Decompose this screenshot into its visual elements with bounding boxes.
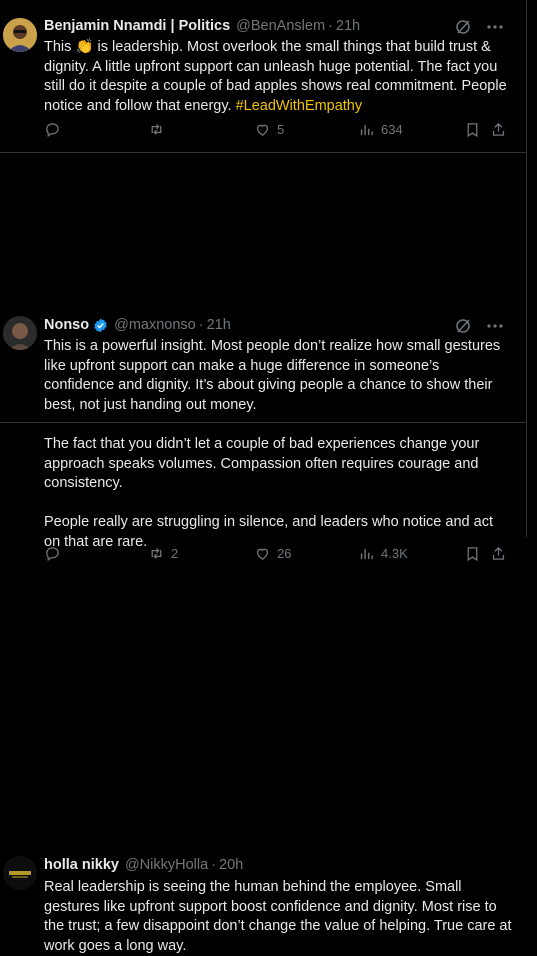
separator: · [328,18,333,34]
views-count: 634 [381,122,403,137]
more-icon[interactable] [486,18,504,36]
like-icon [256,548,269,560]
views-count: 4.3K [381,546,408,561]
display-name[interactable]: holla nikky [44,857,119,873]
bookmark-icon [467,123,478,138]
share-button[interactable] [490,121,507,138]
tweet[interactable]: Benjamin Nnamdi | Politics @BenAnslem · … [0,0,526,153]
views-icon [360,549,373,560]
like-count: 26 [277,546,292,561]
like-button[interactable]: 5 [254,121,284,138]
views-button[interactable]: 4.3K [358,545,408,562]
tweet-header: Benjamin Nnamdi | Politics @BenAnslem · … [44,16,516,36]
avatar[interactable] [3,316,37,350]
user-handle[interactable]: @NikkyHolla [125,857,208,873]
grok-icon[interactable] [454,317,472,335]
tweet[interactable]: holla nikky @NikkyHolla · 20h Real leade… [0,423,526,954]
views-button[interactable]: 634 [358,121,403,138]
tweet-header-actions [454,18,504,36]
tweet-text: This 👏 is leadership. Most overlook the … [44,38,512,116]
like-button[interactable]: 26 [254,545,291,562]
tweet-header: holla nikky @NikkyHolla · 20h [44,855,516,875]
reply-icon [46,547,59,562]
separator: · [198,317,204,333]
verified-badge-icon [93,318,108,333]
clap-emoji: 👏 [75,39,94,55]
separator: · [211,857,217,873]
display-name[interactable]: Nonso [44,317,89,333]
reply-button[interactable] [44,121,67,138]
grok-icon[interactable] [454,18,472,36]
repost-button[interactable] [148,121,171,138]
display-name[interactable]: Benjamin Nnamdi | Politics [44,18,230,34]
scrollbar[interactable] [526,0,537,537]
reply-icon [46,123,59,138]
tweet-actions: 2 26 4.3K [44,545,507,565]
like-icon [256,124,269,136]
share-button[interactable] [490,545,507,562]
avatar[interactable] [3,856,37,890]
tweet-text-start: This [44,39,72,55]
repost-icon [151,124,162,135]
bookmark-button[interactable] [464,121,481,138]
views-icon [360,125,373,136]
bookmark-icon [467,547,478,562]
repost-count: 2 [171,546,179,561]
user-handle[interactable]: @maxnonso [114,317,196,333]
more-icon[interactable] [486,317,504,335]
bookmark-button[interactable] [464,545,481,562]
share-icon [492,546,505,560]
repost-button[interactable]: 2 [148,545,178,562]
tweet[interactable]: Nonso @maxnonso · 21h This is a powerful… [0,153,526,562]
timestamp[interactable]: 21h [207,317,231,333]
tweet-text: Real leadership is seeing the human behi… [44,879,512,954]
hashtag-link[interactable]: #LeadWithEmpathy [236,98,363,114]
repost-icon [151,548,162,559]
tweet-header: Nonso @maxnonso · 21h [44,315,516,335]
timestamp[interactable]: 20h [219,857,243,873]
user-handle[interactable]: @BenAnslem [236,18,325,34]
reply-feed: Benjamin Nnamdi | Politics @BenAnslem · … [0,0,526,954]
timestamp[interactable]: 21h [336,18,360,34]
like-count: 5 [277,122,285,137]
reply-button[interactable] [44,545,67,562]
tweet-actions: 5 634 [44,121,507,141]
avatar[interactable] [3,18,37,52]
tweet-paragraph: This is a powerful insight. Most people … [44,338,501,413]
tweet-header-actions [454,317,504,335]
share-icon [492,122,505,136]
